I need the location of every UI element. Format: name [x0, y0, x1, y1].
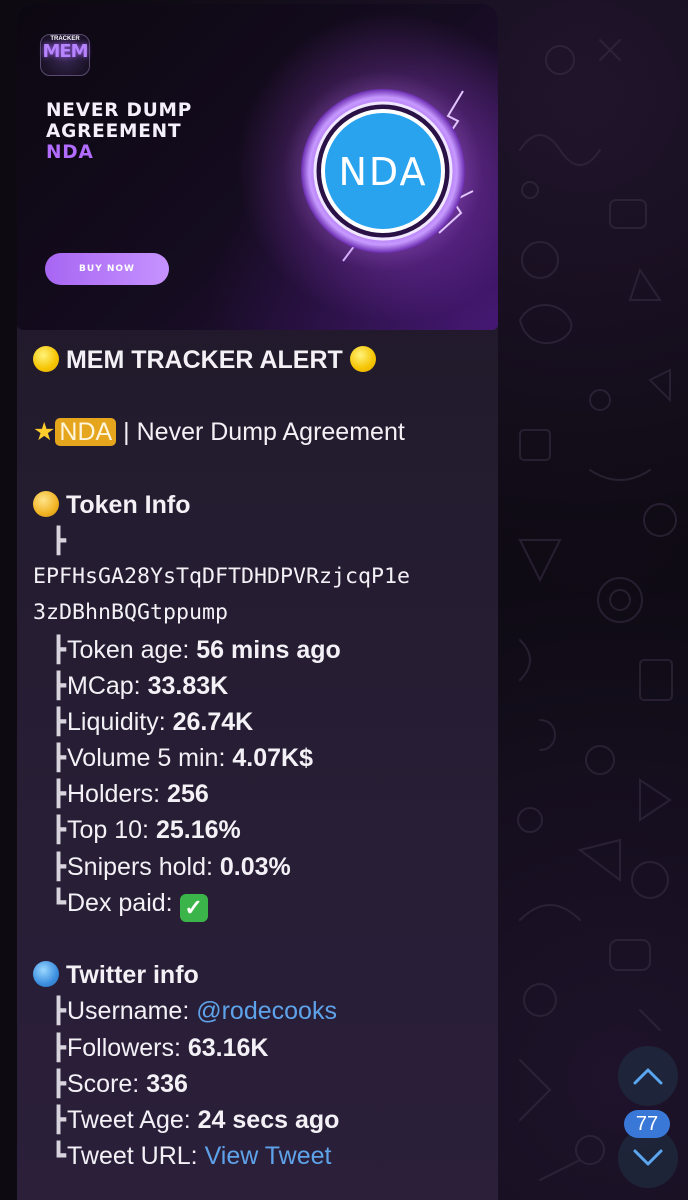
twitter-row: ┣Score: 336 — [50, 1069, 188, 1098]
tree-branch-icon: ┣ — [50, 526, 66, 555]
twitter-row: ┣Followers: 63.16K — [50, 1033, 269, 1062]
buy-now-button[interactable]: BUY NOW — [45, 253, 169, 285]
contract-address-line1[interactable]: EPFHsGA28YsTqDFTDHDPVRzjcqP1e — [33, 559, 493, 595]
yellow-circle-icon — [349, 346, 376, 372]
tree-branch-line: ┣ — [33, 523, 493, 559]
token-row: ┣MCap: 33.83K — [50, 671, 229, 700]
token-row: ┣Volume 5 min: 4.07K$ — [50, 744, 313, 773]
mem-tracker-logo: TRACKER MEM — [40, 34, 90, 76]
twitter-row: ┣Username: @rodecooks — [50, 997, 337, 1026]
contract-address-line2[interactable]: 3zDBhnBQGtppump — [33, 595, 493, 631]
token-tag[interactable]: NDA — [55, 418, 117, 447]
token-row: ┣Liquidity: 26.74K — [50, 707, 254, 736]
twitter-header-line: Twitter info — [33, 957, 493, 993]
promo-banner[interactable]: TRACKER MEM NEVER DUMP AGREEMENT NDA BUY… — [17, 4, 498, 330]
token-row: ┣Snipers hold: 0.03% — [50, 852, 291, 881]
chevron-down-icon — [633, 1149, 663, 1166]
token-row: ┣Top 10: 25.16% — [50, 816, 241, 845]
check-mark-icon: ✓ — [179, 893, 208, 922]
token-title-line: ★ NDA | Never Dump Agreement — [33, 414, 493, 450]
twitter-row: ┗Tweet URL: View Tweet — [50, 1142, 332, 1171]
unread-count-badge: 77 — [624, 1110, 670, 1138]
banner-ticker: NDA — [46, 142, 94, 163]
alert-title: MEM TRACKER ALERT — [65, 346, 343, 374]
nda-coin-image: NDA — [283, 71, 483, 271]
banner-title-line1: NEVER DUMP — [46, 100, 193, 121]
alert-content: MEM TRACKER ALERT ★ NDA | Never Dump Agre… — [33, 342, 493, 1174]
message-bubble: TRACKER MEM NEVER DUMP AGREEMENT NDA BUY… — [17, 4, 498, 1200]
banner-title: NEVER DUMP AGREEMENT — [46, 100, 246, 142]
coin-icon — [33, 490, 59, 517]
alert-title-line: MEM TRACKER ALERT — [33, 342, 493, 378]
chevron-up-icon — [633, 1068, 663, 1085]
token-row: ┣Token age: 56 mins ago — [50, 635, 341, 664]
token-info-header: Token Info — [65, 490, 191, 519]
coin-text: NDA — [338, 150, 427, 194]
token-info-header-line: Token Info — [33, 487, 493, 523]
globe-icon — [33, 961, 59, 988]
twitter-row: ┣Tweet Age: 24 secs ago — [50, 1105, 340, 1134]
scroll-up-button[interactable] — [618, 1046, 678, 1106]
star-icon: ★ — [33, 418, 56, 447]
view-tweet-link[interactable]: View Tweet — [205, 1142, 332, 1170]
token-row: ┣Holders: 256 — [50, 780, 209, 809]
token-row: ┗Dex paid: ✓ — [33, 885, 493, 922]
logo-text: MEM — [42, 41, 88, 62]
yellow-circle-icon — [33, 346, 59, 372]
username-link[interactable]: @rodecooks — [196, 997, 337, 1025]
twitter-header: Twitter info — [65, 961, 199, 990]
token-name: | Never Dump Agreement — [123, 418, 405, 447]
banner-title-line2: AGREEMENT — [46, 121, 182, 142]
